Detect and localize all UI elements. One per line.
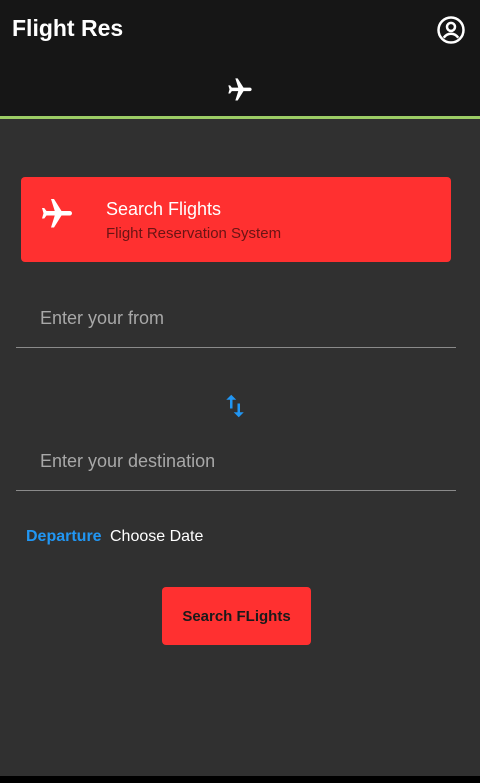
airplane-icon [228,77,252,100]
bottom-edge [0,776,480,783]
app-bar: Flight Res [0,0,480,117]
from-input[interactable] [40,298,440,338]
search-flights-banner: Search Flights Flight Reservation System [21,177,451,262]
search-flights-button[interactable]: Search FLights [162,587,311,645]
destination-field [16,431,456,491]
account-button[interactable] [434,13,468,47]
tab-indicator [0,116,480,119]
account-circle-icon [437,16,465,44]
choose-date-button[interactable]: Choose Date [110,528,203,546]
banner-subtitle: Flight Reservation System [106,225,282,242]
airplane-icon [42,199,72,228]
app-title: Flight Res [12,15,124,41]
tab-flights[interactable] [0,62,480,117]
flight-search-screen: Flight Res Search Flights Flight Reserva… [0,0,480,783]
departure-label: Departure [26,528,102,545]
swap-vertical-icon [226,394,244,418]
from-field [16,288,456,348]
banner-title: Search Flights [106,199,222,219]
swap-button[interactable] [219,389,251,423]
destination-input[interactable] [40,441,440,481]
